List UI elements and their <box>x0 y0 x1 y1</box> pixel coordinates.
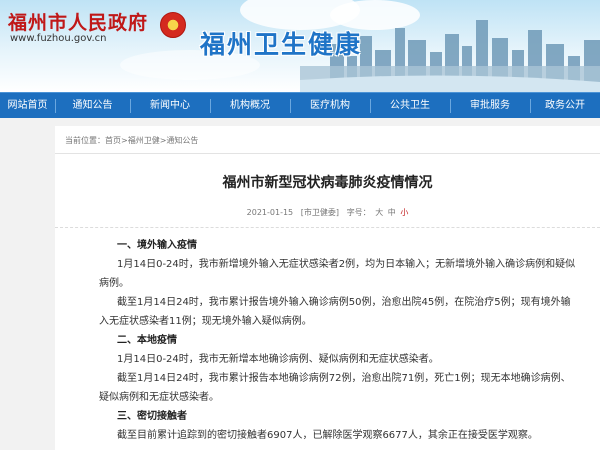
site-header: 福州市人民政府 www.fuzhou.gov.cn 福州卫生健康 <box>0 0 600 92</box>
nav-item-news[interactable]: 新闻中心 <box>130 93 210 119</box>
font-size-label: 字号： <box>346 208 371 217</box>
emblem-logo-icon <box>160 12 186 38</box>
nav-item-notices[interactable]: 通知公告 <box>55 93 130 119</box>
divider <box>55 153 600 154</box>
nav-item-medical[interactable]: 医疗机构 <box>290 93 370 119</box>
gov-site-title[interactable]: 福州市人民政府 <box>8 8 148 35</box>
font-size-medium-button[interactable]: 中 <box>388 208 396 217</box>
article-source: [市卫健委] <box>300 208 340 217</box>
nav-item-public-health[interactable]: 公共卫生 <box>370 93 450 119</box>
breadcrumb-separator: > <box>121 136 128 145</box>
paragraph: 截至目前累计追踪到的密切接触者6907人，已解除医学观察6677人，其余正在接受… <box>117 430 538 441</box>
section-heading: 一、境外输入疫情 <box>117 240 197 251</box>
paragraph: 1月14日0-24时，我市无新增本地确诊病例、疑似病例和无症状感染者。 <box>117 354 439 365</box>
nav-item-gov-info[interactable]: 政务公开 <box>530 93 600 119</box>
article-title: 福州市新型冠状病毒肺炎疫情情况 <box>222 175 433 191</box>
article-body: 一、境外输入疫情 1月14日0-24时，我市新增境外输入无症状感染者2例，均为日… <box>99 236 579 445</box>
main-nav: 网站首页 通知公告 新闻中心 机构概况 医疗机构 公共卫生 审批服务 政务公开 <box>0 92 600 118</box>
font-size-small-button[interactable]: 小 <box>400 208 408 217</box>
section-heading: 二、本地疫情 <box>117 335 177 346</box>
article-meta: 2021-01-15 [市卫健委] 字号： 大 中 小 <box>55 207 600 218</box>
site-title: 福州卫生健康 <box>200 30 363 59</box>
nav-item-institution[interactable]: 机构概况 <box>210 93 290 119</box>
paragraph: 1月14日0-24时，我市新增境外输入无症状感染者2例，均为日本输入；无新增境外… <box>99 259 576 289</box>
breadcrumb-prefix: 当前位置： <box>65 136 105 145</box>
paragraph: 截至1月14日24时，我市累计报告本地确诊病例72例，治愈出院71例，死亡1例；… <box>99 373 571 403</box>
breadcrumb-item-home[interactable]: 首页 <box>105 136 121 145</box>
gov-site-url: www.fuzhou.gov.cn <box>10 33 107 44</box>
divider <box>55 227 600 228</box>
nav-item-approval[interactable]: 审批服务 <box>450 93 530 119</box>
nav-item-home[interactable]: 网站首页 <box>0 93 55 119</box>
article-card: 当前位置：首页>福州卫健>通知公告 福州市新型冠状病毒肺炎疫情情况 2021-0… <box>55 126 600 450</box>
breadcrumb-item-notices[interactable]: 通知公告 <box>166 136 198 145</box>
breadcrumb-item-health[interactable]: 福州卫健 <box>128 136 160 145</box>
font-size-large-button[interactable]: 大 <box>375 208 383 217</box>
article-date: 2021-01-15 <box>246 208 294 217</box>
section-heading: 三、密切接触者 <box>117 411 187 422</box>
breadcrumb: 当前位置：首页>福州卫健>通知公告 <box>65 135 198 146</box>
paragraph: 截至1月14日24时，我市累计报告境外输入确诊病例50例，治愈出院45例，在院治… <box>99 297 571 327</box>
